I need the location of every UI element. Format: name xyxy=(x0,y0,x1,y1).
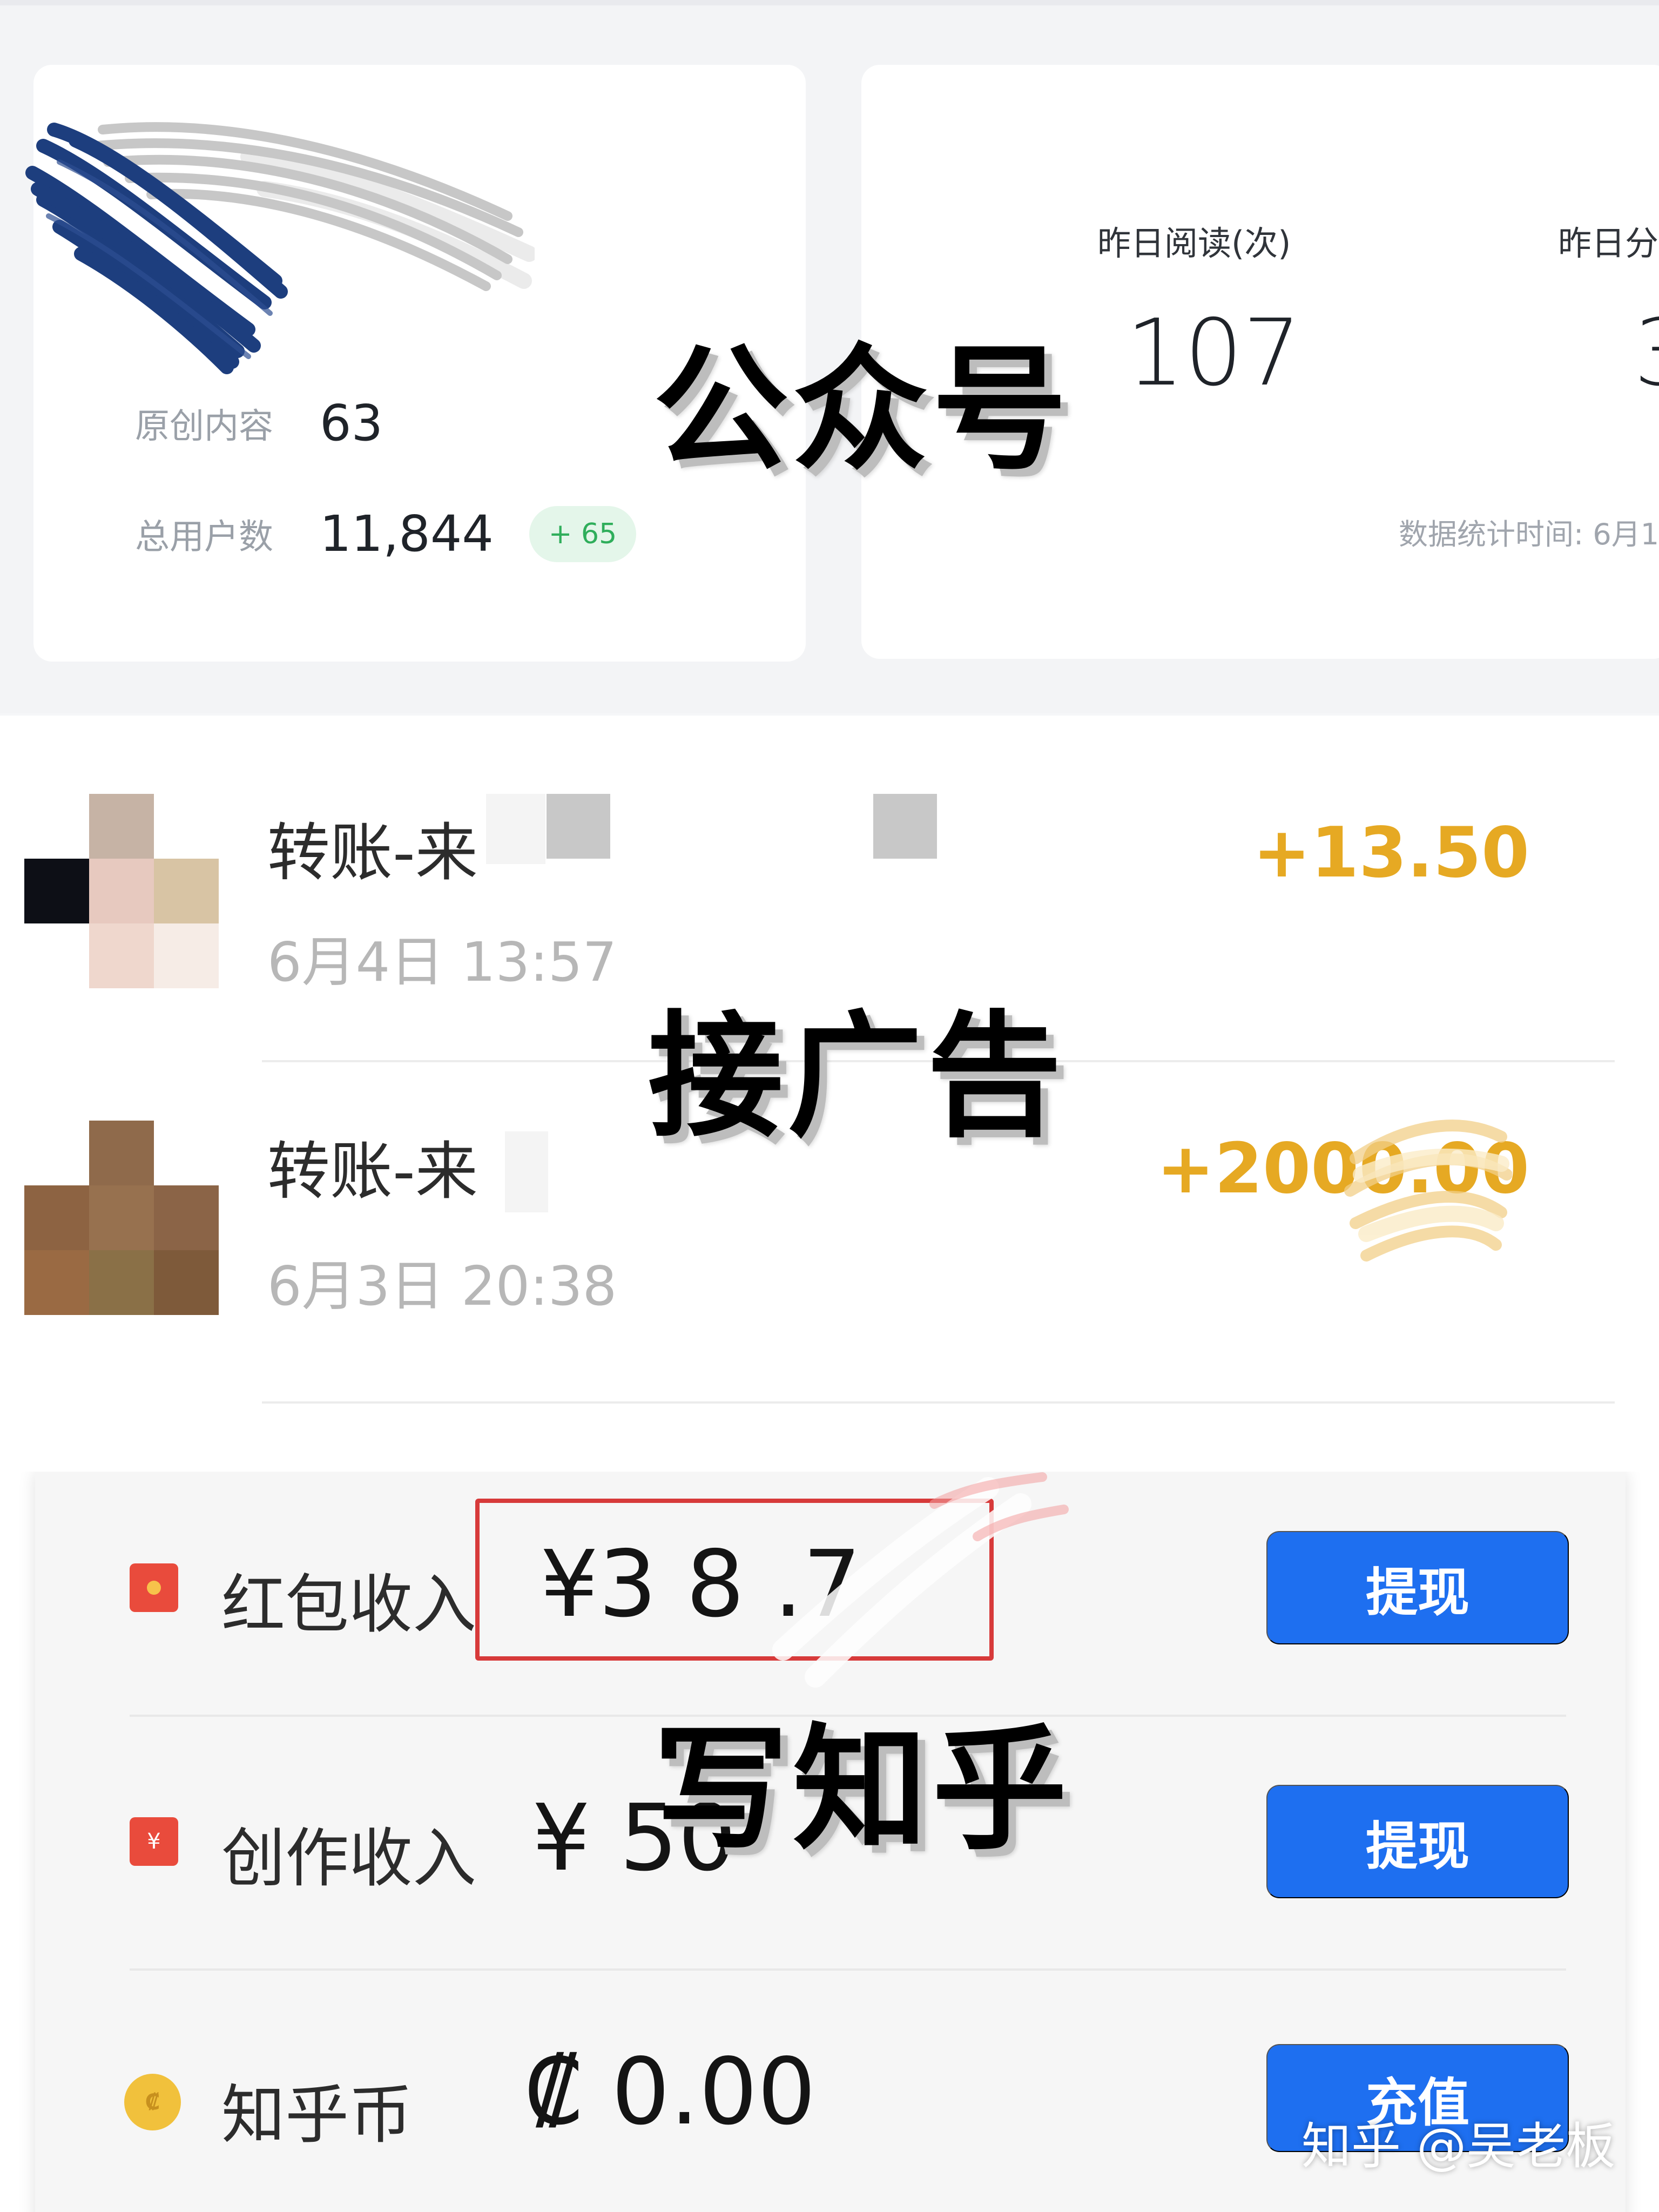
row-divider xyxy=(262,1401,1615,1404)
wallet-label: 知乎币 xyxy=(221,2078,413,2152)
withdraw-button[interactable]: 提现 xyxy=(1266,1785,1569,1898)
wallet-label: 红包收入 xyxy=(221,1567,477,1642)
redaction-mask xyxy=(505,1131,548,1212)
original-content-row: 原创内容 63 xyxy=(135,394,383,452)
original-content-value: 63 xyxy=(320,394,383,452)
row-divider xyxy=(130,1968,1566,1971)
transaction-time: 6月4日 13:57 xyxy=(267,930,617,994)
transaction-time: 6月3日 20:38 xyxy=(267,1255,617,1318)
value-redaction-scribble xyxy=(772,1472,1069,1688)
overlay-title-write-zhihu: 写知乎 xyxy=(653,1711,1071,1868)
yesterday-reads-label: 昨日阅读(次) xyxy=(1097,224,1291,263)
yesterday-reads-value: 107 xyxy=(1126,300,1301,407)
zhihu-coin-icon: ₡ xyxy=(124,2074,181,2130)
transaction-title: 转账-来 xyxy=(267,1135,478,1208)
wallet-value: ₡ 0.00 xyxy=(524,2039,816,2146)
amount-redaction-scribble xyxy=(1344,1120,1512,1262)
total-users-value: 11,844 xyxy=(320,505,494,563)
withdraw-button[interactable]: 提现 xyxy=(1266,1531,1569,1644)
overlay-title-advertising: 接广告 xyxy=(648,998,1066,1155)
avatar xyxy=(24,794,219,988)
redaction-mask xyxy=(486,794,545,864)
transaction-amount: +13.50 xyxy=(1252,813,1529,893)
redaction-brush-scribble xyxy=(25,122,535,374)
total-users-row: 总用户数 11,844 + 65 xyxy=(135,505,637,563)
total-users-label: 总用户数 xyxy=(135,517,273,557)
yuan-envelope-icon: ¥ xyxy=(130,1817,178,1866)
user-growth-badge: + 65 xyxy=(529,505,637,562)
transaction-title: 转账-来 xyxy=(267,817,478,889)
original-content-label: 原创内容 xyxy=(135,406,273,447)
top-strip xyxy=(0,0,1659,5)
zhihu-watermark: 知乎 @吴老板 xyxy=(1301,2117,1616,2175)
redaction-mask xyxy=(547,794,610,859)
avatar xyxy=(24,1121,219,1315)
yesterday-shares-value: 3 xyxy=(1634,300,1659,407)
stat-time-note: 数据统计时间: 6月1 xyxy=(1399,517,1659,551)
overlay-title-official-account: 公众号 xyxy=(653,331,1071,488)
redaction-mask xyxy=(873,794,937,859)
red-envelope-icon xyxy=(130,1563,178,1612)
yesterday-shares-label: 昨日分 xyxy=(1558,224,1659,263)
wallet-label: 创作收入 xyxy=(221,1821,477,1896)
